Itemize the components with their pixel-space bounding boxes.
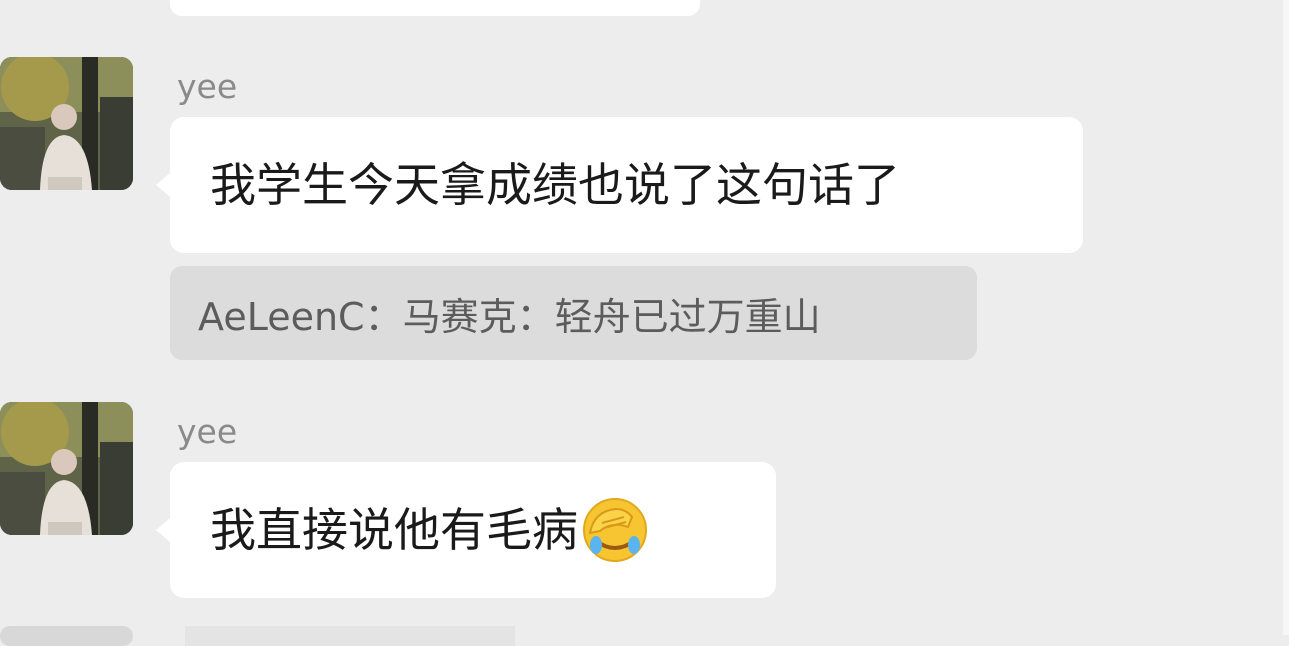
bubble-tail xyxy=(156,173,170,197)
sender-name xyxy=(185,626,515,646)
quoted-reply[interactable]: AeLeenC：马赛克：轻舟已过万重山 xyxy=(170,266,977,360)
avatar[interactable] xyxy=(0,626,133,646)
quoted-reply-text: AeLeenC：马赛克：轻舟已过万重山 xyxy=(198,294,821,339)
avatar-photo xyxy=(0,402,133,535)
message-text: 我学生今天拿成绩也说了这句话了 xyxy=(210,158,900,212)
facepalm-emoji-icon xyxy=(583,498,647,562)
avatar[interactable] xyxy=(0,402,133,535)
sender-name: yee xyxy=(177,412,238,451)
message-text: 我直接说他有毛病 xyxy=(210,503,578,557)
avatar-photo xyxy=(0,57,133,190)
message-bubble[interactable]: 我学生今天拿成绩也说了这句话了 xyxy=(156,117,1083,253)
sender-name: yee xyxy=(177,67,238,106)
bubble-tail xyxy=(156,518,170,542)
avatar[interactable] xyxy=(0,57,133,190)
previous-message-bubble[interactable] xyxy=(170,0,700,16)
screen-edge xyxy=(1283,0,1289,635)
message-bubble[interactable]: 我直接说他有毛病 xyxy=(156,462,776,598)
